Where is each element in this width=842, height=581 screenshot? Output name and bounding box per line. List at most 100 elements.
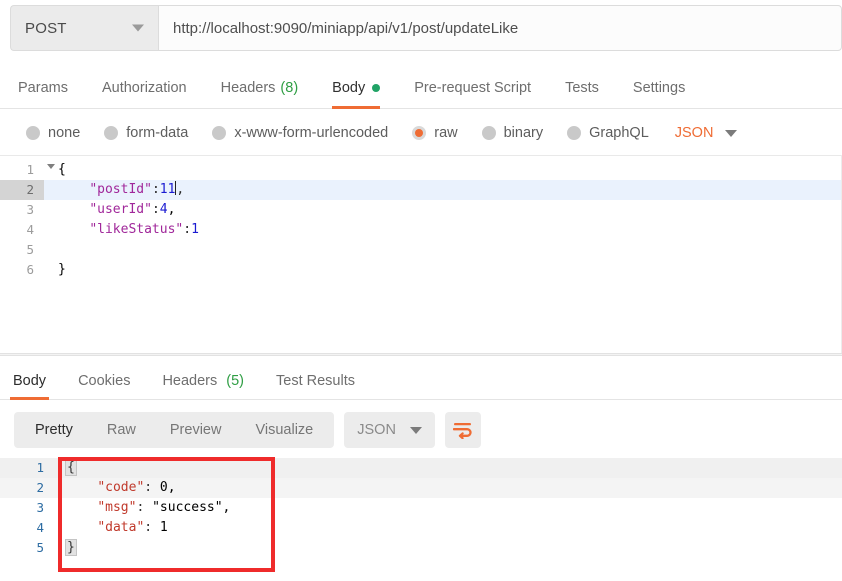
- chevron-down-icon: [725, 129, 738, 137]
- line-number: 3: [36, 500, 44, 515]
- request-tab-settings[interactable]: Settings: [633, 68, 685, 109]
- postman-window: POST http://localhost:9090/miniapp/api/v…: [0, 0, 842, 581]
- response-view-preview[interactable]: Preview: [153, 412, 239, 448]
- request-tab-params[interactable]: Params: [18, 68, 68, 109]
- body-type-radio-graphql[interactable]: GraphQL: [567, 125, 649, 141]
- request-tab-headers[interactable]: Headers (8): [221, 68, 299, 109]
- body-type-radio-raw[interactable]: raw: [412, 125, 458, 141]
- radio-button-icon: [26, 126, 40, 140]
- body-type-radio-binary[interactable]: binary: [481, 125, 544, 141]
- code-text: "data": 1: [97, 520, 168, 535]
- radio-button-icon: [481, 126, 496, 140]
- response-view-visualize[interactable]: Visualize: [238, 412, 330, 448]
- response-view-toolbar: Pretty Raw Preview Visualize JSON: [14, 412, 481, 448]
- request-code-line: 2 "postId":11,: [0, 180, 842, 200]
- code-text: }: [58, 262, 66, 277]
- request-url-bar: POST http://localhost:9090/miniapp/api/v…: [10, 5, 842, 51]
- chevron-down-icon: [132, 24, 144, 32]
- line-number: 2: [0, 180, 44, 200]
- request-tab-body[interactable]: Body: [332, 68, 381, 109]
- body-type-label: none: [48, 125, 81, 141]
- response-tab-label: Headers: [162, 372, 218, 389]
- code-text: }: [65, 539, 77, 556]
- url-input-value: http://localhost:9090/miniapp/api/v1/pos…: [173, 19, 519, 37]
- body-type-label: binary: [503, 125, 544, 141]
- http-method-label: POST: [25, 19, 67, 37]
- pane-divider[interactable]: [0, 353, 842, 356]
- response-code-line: 5}: [0, 538, 842, 558]
- body-type-label: GraphQL: [589, 125, 649, 141]
- line-number: 5: [26, 242, 34, 257]
- request-format-selector[interactable]: JSON: [675, 125, 738, 141]
- line-number: 4: [26, 222, 34, 237]
- http-method-selector[interactable]: POST: [10, 5, 158, 51]
- request-tab-tests[interactable]: Tests: [565, 68, 599, 109]
- body-type-label: form-data: [126, 125, 189, 141]
- response-code-line: 1{: [0, 458, 842, 478]
- response-view-mode-group: Pretty Raw Preview Visualize: [14, 412, 335, 448]
- response-code-line: 4 "data": 1: [0, 518, 842, 538]
- response-tab-label: Test Results: [276, 372, 355, 389]
- response-tab-bar: Body Cookies Headers (5) Test Results: [0, 362, 842, 400]
- request-code-line: 5: [0, 240, 842, 260]
- response-tab-label: Cookies: [78, 372, 131, 389]
- body-type-label: raw: [434, 125, 458, 141]
- code-text: "likeStatus":1: [89, 222, 199, 237]
- request-tab-label: Settings: [632, 80, 686, 96]
- code-text: {: [58, 162, 66, 177]
- body-type-label: x-www-form-urlencoded: [234, 125, 389, 141]
- request-tab-bar: Params Authorization Headers (8) Body Pre-req…: [0, 68, 842, 109]
- radio-button-icon: [412, 126, 427, 140]
- response-format-selector[interactable]: JSON: [344, 412, 435, 448]
- request-tab-label: Authorization: [101, 80, 187, 96]
- line-number: 4: [36, 520, 44, 535]
- request-format-label: JSON: [674, 125, 714, 141]
- code-text: "code": 0,: [97, 480, 176, 495]
- radio-button-icon: [212, 126, 227, 140]
- request-tab-label: Tests: [565, 80, 599, 96]
- request-code-line: 4 "likeStatus":1: [0, 220, 842, 240]
- line-number: 2: [36, 480, 44, 495]
- request-tab-label: Headers: [220, 80, 276, 96]
- request-tab-label: Pre-request Script: [414, 80, 532, 96]
- request-tab-label: Params: [18, 80, 68, 96]
- line-number: 3: [26, 202, 34, 217]
- body-type-radio-form-data[interactable]: form-data: [104, 125, 188, 141]
- body-type-radio-none[interactable]: none: [26, 125, 80, 141]
- body-present-dot-icon: [372, 84, 381, 92]
- response-tab-body[interactable]: Body: [10, 362, 50, 400]
- code-text: "postId":11,: [89, 181, 185, 197]
- line-number: 5: [36, 540, 44, 555]
- request-code-line: 1{: [0, 160, 842, 180]
- line-number: 1: [36, 460, 44, 475]
- code-text: "msg": "success",: [97, 500, 231, 515]
- code-text: "userId":4,: [89, 202, 176, 217]
- response-view-pretty[interactable]: Pretty: [18, 412, 90, 448]
- code-text: {: [65, 459, 77, 476]
- word-wrap-toggle-button[interactable]: [444, 412, 481, 448]
- response-body-editor[interactable]: 1{2 "code": 0, 3 "msg": "success", 4 "data…: [0, 458, 842, 581]
- request-tab-label: Body: [332, 80, 366, 96]
- radio-button-icon: [104, 126, 119, 140]
- response-tab-cookies[interactable]: Cookies: [75, 362, 133, 400]
- response-tab-count: (5): [222, 372, 245, 389]
- body-type-radio-group: none form-data x-www-form-urlencoded raw bin…: [0, 113, 842, 153]
- request-tab-authorization[interactable]: Authorization: [102, 68, 187, 109]
- chevron-down-icon: [409, 426, 422, 434]
- response-tab-test-results[interactable]: Test Results: [273, 362, 358, 400]
- request-code-line: 6}: [0, 260, 842, 280]
- response-tab-label: Body: [13, 372, 47, 389]
- request-tab-count: (8): [280, 80, 299, 96]
- request-body-editor[interactable]: 1{2 "postId":11, 3 "userId":4, 4 "likeStat…: [0, 155, 842, 353]
- url-input[interactable]: http://localhost:9090/miniapp/api/v1/pos…: [158, 5, 842, 51]
- request-code-line: 3 "userId":4,: [0, 200, 842, 220]
- response-format-label: JSON: [357, 422, 396, 438]
- response-code-line: 3 "msg": "success",: [0, 498, 842, 518]
- word-wrap-icon: [452, 423, 472, 439]
- response-view-raw[interactable]: Raw: [90, 412, 153, 448]
- line-number: 6: [26, 262, 34, 277]
- body-type-radio-x-www-form-urlencoded[interactable]: x-www-form-urlencoded: [212, 125, 388, 141]
- response-tab-headers[interactable]: Headers (5): [159, 362, 247, 400]
- request-tab-pre-request-script[interactable]: Pre-request Script: [414, 68, 531, 109]
- response-code-line: 2 "code": 0,: [0, 478, 842, 498]
